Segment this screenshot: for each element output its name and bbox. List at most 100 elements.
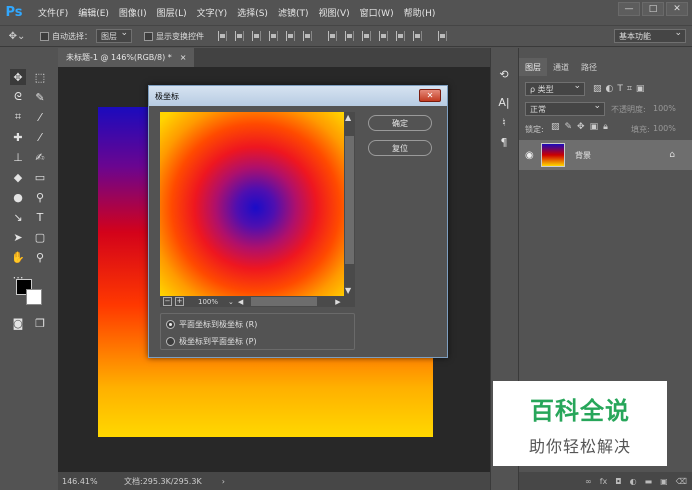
align-left-icon[interactable] bbox=[269, 31, 278, 41]
type-tool-icon[interactable]: T bbox=[32, 209, 48, 225]
shape-tool-icon[interactable]: ▢ bbox=[32, 229, 48, 245]
maximize-button[interactable]: □ bbox=[642, 2, 664, 16]
zoom-out-button[interactable]: − bbox=[163, 297, 172, 306]
show-transform-checkbox[interactable] bbox=[144, 31, 153, 41]
clone-stamp-tool-icon[interactable]: ⊥ bbox=[10, 149, 26, 165]
align-top-icon[interactable] bbox=[218, 31, 227, 41]
ok-button[interactable]: 确定 bbox=[368, 115, 432, 131]
document-tab[interactable]: 未标题-1 @ 146%(RGB/8) * × bbox=[58, 48, 195, 67]
visibility-eye-icon[interactable]: ◉ bbox=[525, 150, 534, 161]
layer-mask-icon[interactable]: ◘ bbox=[615, 477, 621, 486]
eyedropper-tool-icon[interactable]: ⁄ bbox=[32, 109, 48, 125]
menu-edit[interactable]: 编辑(E) bbox=[73, 6, 114, 19]
dodge-tool-icon[interactable]: ⚲ bbox=[32, 189, 48, 205]
tab-paths[interactable]: 路径 bbox=[575, 58, 603, 76]
layer-row-background[interactable]: ◉ 背景 ⌂ bbox=[519, 140, 692, 170]
radio-polar-to-rect[interactable] bbox=[166, 336, 175, 346]
dialog-close-button[interactable]: ✕ bbox=[419, 89, 441, 102]
lock-icons[interactable]: ▨✎✥▣🔒︎ bbox=[551, 122, 613, 132]
dialog-titlebar[interactable]: 极坐标 ✕ bbox=[149, 86, 447, 106]
menu-image[interactable]: 图像(I) bbox=[114, 6, 152, 19]
glyph-panel-icon[interactable]: ♮ bbox=[496, 114, 512, 130]
zoom-dropdown-icon[interactable]: ⌄ bbox=[228, 298, 234, 306]
blend-mode-dropdown[interactable]: 正常 bbox=[525, 101, 605, 116]
paragraph-panel-icon[interactable]: ¶ bbox=[496, 134, 512, 150]
menu-type[interactable]: 文字(Y) bbox=[192, 6, 233, 19]
auto-select-checkbox[interactable] bbox=[40, 31, 49, 41]
hand-tool-icon[interactable]: ✋ bbox=[10, 249, 26, 265]
zoom-tool-icon[interactable]: ⚲ bbox=[32, 249, 48, 265]
radio-rect-to-polar[interactable] bbox=[166, 319, 175, 329]
distribute-bottom-icon[interactable] bbox=[362, 31, 371, 41]
opacity-value[interactable]: 100% bbox=[653, 104, 676, 113]
preview-vertical-scrollbar[interactable]: ▲ ▼ bbox=[344, 112, 355, 296]
menu-layer[interactable]: 图层(L) bbox=[152, 6, 192, 19]
auto-align-icon[interactable] bbox=[438, 31, 447, 41]
zoom-in-button[interactable]: + bbox=[175, 297, 184, 306]
option-rect-to-polar[interactable]: 平面坐标到极坐标 (R) bbox=[166, 318, 257, 330]
distribute-vcenter-icon[interactable] bbox=[345, 31, 354, 41]
layer-filter-dropdown[interactable]: ρ 类型 bbox=[525, 81, 585, 96]
menu-window[interactable]: 窗口(W) bbox=[355, 6, 399, 19]
background-color-swatch[interactable] bbox=[26, 289, 42, 305]
distribute-right-icon[interactable] bbox=[413, 31, 422, 41]
menu-file[interactable]: 文件(F) bbox=[33, 6, 73, 19]
reset-button[interactable]: 复位 bbox=[368, 140, 432, 156]
brush-tool-icon[interactable]: ⁄ bbox=[32, 129, 48, 145]
quick-select-tool-icon[interactable]: ✎ bbox=[32, 89, 48, 105]
delete-layer-icon[interactable]: ⌫ bbox=[676, 477, 687, 486]
menu-view[interactable]: 视图(V) bbox=[313, 6, 354, 19]
pen-tool-icon[interactable]: ↘ bbox=[10, 209, 26, 225]
scroll-up-icon[interactable]: ▲ bbox=[345, 113, 351, 122]
adjustment-layer-icon[interactable]: ◐ bbox=[630, 477, 637, 486]
screen-mode-icon[interactable]: ❐ bbox=[32, 315, 48, 331]
filter-preview[interactable] bbox=[160, 112, 344, 296]
character-panel-icon[interactable]: A| bbox=[496, 94, 512, 110]
layer-style-icon[interactable]: fx bbox=[600, 477, 608, 486]
scroll-down-icon[interactable]: ▼ bbox=[345, 286, 351, 295]
new-group-icon[interactable]: ▬ bbox=[645, 477, 653, 486]
close-window-button[interactable]: ✕ bbox=[666, 2, 688, 16]
align-hcenter-icon[interactable] bbox=[286, 31, 295, 41]
vertical-scroll-thumb[interactable] bbox=[345, 136, 354, 264]
workspace-dropdown[interactable]: 基本功能 bbox=[614, 28, 686, 43]
path-select-tool-icon[interactable]: ➤ bbox=[10, 229, 26, 245]
auto-select-dropdown[interactable]: 图层 bbox=[96, 28, 132, 43]
tab-channels[interactable]: 通道 bbox=[547, 58, 575, 76]
horizontal-scroll-thumb[interactable] bbox=[251, 297, 318, 306]
move-tool-icon[interactable]: ✥ bbox=[10, 69, 26, 85]
gradient-tool-icon[interactable]: ▭ bbox=[32, 169, 48, 185]
distribute-left-icon[interactable] bbox=[379, 31, 388, 41]
healing-brush-tool-icon[interactable]: ✚ bbox=[10, 129, 26, 145]
align-right-icon[interactable] bbox=[303, 31, 312, 41]
align-vcenter-icon[interactable] bbox=[235, 31, 244, 41]
minimize-button[interactable]: — bbox=[618, 2, 640, 16]
layer-filter-icons[interactable]: ▨◐T⌗▣ bbox=[593, 84, 648, 94]
history-panel-icon[interactable]: ⟲ bbox=[496, 66, 512, 82]
fill-value[interactable]: 100% bbox=[653, 124, 676, 133]
menu-select[interactable]: 选择(S) bbox=[232, 6, 273, 19]
status-arrow-icon[interactable]: › bbox=[222, 477, 225, 486]
scroll-left-icon[interactable]: ◀ bbox=[238, 298, 243, 306]
distribute-top-icon[interactable] bbox=[328, 31, 337, 41]
status-zoom[interactable]: 146.41% bbox=[62, 477, 114, 486]
align-bottom-icon[interactable] bbox=[252, 31, 261, 41]
history-brush-tool-icon[interactable]: ✍ bbox=[32, 149, 48, 165]
scroll-right-icon[interactable]: ▶ bbox=[335, 298, 340, 306]
option-polar-to-rect[interactable]: 极坐标到平面坐标 (P) bbox=[166, 335, 257, 347]
distribute-hcenter-icon[interactable] bbox=[396, 31, 405, 41]
move-tool-preset-icon[interactable]: ✥⌄ bbox=[3, 29, 31, 43]
document-tab-close-icon[interactable]: × bbox=[180, 53, 187, 62]
tab-layers[interactable]: 图层 bbox=[519, 58, 547, 76]
eraser-tool-icon[interactable]: ◆ bbox=[10, 169, 26, 185]
marquee-tool-icon[interactable]: ⬚ bbox=[32, 69, 48, 85]
status-bar: 146.41% 文档:295.3K/295.3K › bbox=[58, 472, 490, 490]
new-layer-icon[interactable]: ▣ bbox=[660, 477, 668, 486]
link-layers-icon[interactable]: ∞ bbox=[585, 477, 592, 486]
menu-help[interactable]: 帮助(H) bbox=[399, 6, 441, 19]
menu-filter[interactable]: 滤镜(T) bbox=[273, 6, 314, 19]
blur-tool-icon[interactable]: ● bbox=[10, 189, 26, 205]
quick-mask-icon[interactable]: ◙ bbox=[10, 315, 26, 331]
crop-tool-icon[interactable]: ⌗ bbox=[10, 109, 26, 125]
lasso-tool-icon[interactable]: ᘓ bbox=[10, 89, 26, 105]
